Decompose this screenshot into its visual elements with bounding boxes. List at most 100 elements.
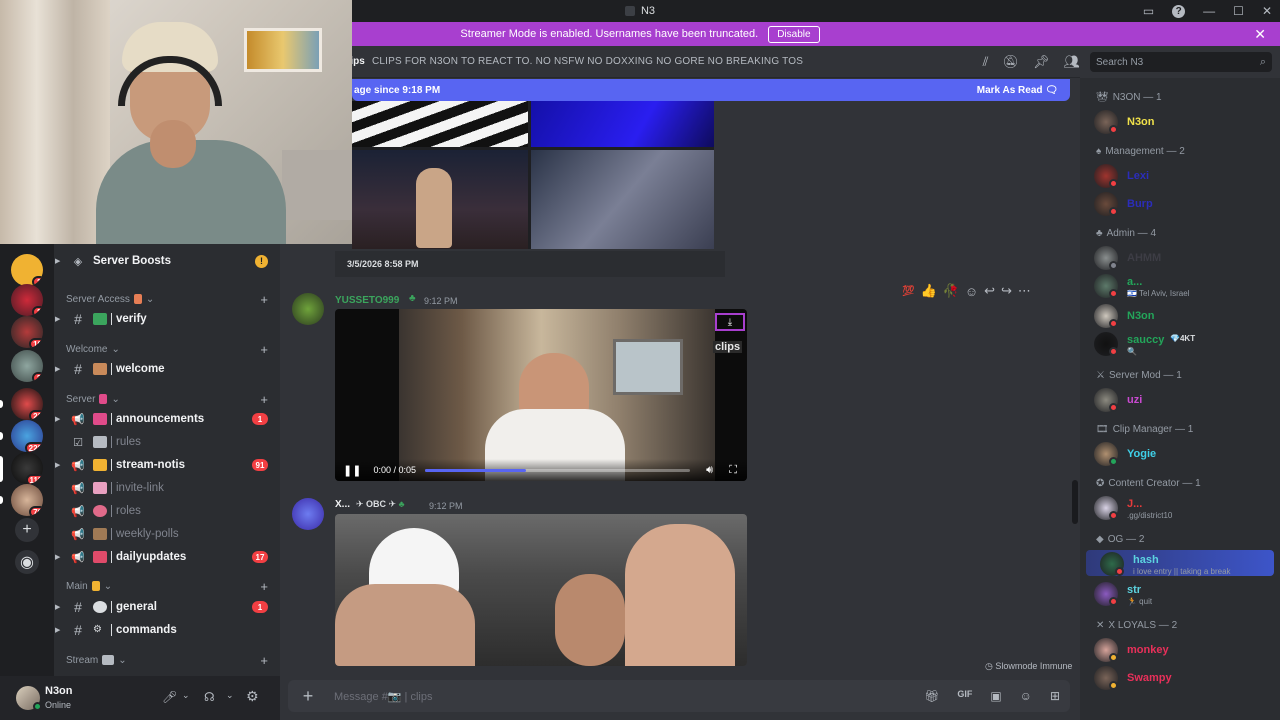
more-options-icon[interactable]: ⋯: [1018, 283, 1031, 299]
close-window-icon[interactable]: ✕: [1262, 4, 1272, 18]
member-row[interactable]: monkey: [1080, 636, 1280, 662]
server-boosts-item[interactable]: ▶ ◈ Server Boosts !: [54, 250, 280, 272]
member-row[interactable]: Burp: [1080, 190, 1280, 216]
member-row[interactable]: N3on: [1080, 302, 1280, 328]
channel-verify[interactable]: ▶ # verify: [54, 308, 280, 330]
server-rail: 1 1 10 3 21 222 111 76 + ◉: [0, 244, 54, 680]
megaphone-emoji-icon: [93, 413, 107, 425]
message-input[interactable]: Message #📷 | clips: [334, 690, 432, 703]
pin-icon[interactable]: 📌︎: [1033, 54, 1050, 70]
chevron-down-icon[interactable]: ⌄: [226, 690, 234, 701]
pause-icon[interactable]: ❚❚: [343, 464, 361, 477]
attachment-image[interactable]: [352, 150, 528, 249]
member-row[interactable]: N3on: [1080, 108, 1280, 134]
category-stream[interactable]: Stream ⌄ +: [66, 652, 274, 668]
help-icon[interactable]: ?: [1172, 4, 1186, 18]
server-icon[interactable]: 1: [11, 254, 43, 286]
fullscreen-icon[interactable]: ⛶: [729, 464, 737, 477]
explore-icon[interactable]: ◉: [15, 550, 39, 574]
reply-icon[interactable]: ↩: [984, 283, 995, 299]
channel-welcome[interactable]: ▶ # welcome: [54, 358, 280, 380]
server-icon-active[interactable]: 111: [11, 452, 43, 484]
member-row[interactable]: sauccy 💎4KT 🔍: [1080, 330, 1280, 356]
channel-topic[interactable]: CLIPS FOR N3ON TO REACT TO. NO NSFW NO D…: [372, 56, 803, 67]
member-row[interactable]: uzi: [1080, 386, 1280, 412]
forward-icon[interactable]: ↪: [1001, 283, 1012, 299]
member-row[interactable]: Swampy: [1080, 664, 1280, 690]
add-reaction-icon[interactable]: ☺: [965, 284, 978, 299]
add-channel-icon[interactable]: +: [260, 292, 268, 307]
channel-general[interactable]: ▶ # general 1: [54, 596, 280, 618]
add-channel-icon[interactable]: +: [260, 653, 268, 668]
message-author[interactable]: YUSSETO999: [335, 295, 399, 306]
download-icon[interactable]: ⤓: [715, 313, 745, 331]
headphones-icon[interactable]: ☊: [204, 690, 215, 704]
avatar[interactable]: [292, 293, 324, 325]
settings-gear-icon[interactable]: ⚙: [246, 688, 259, 705]
member-row[interactable]: AHMM: [1080, 244, 1280, 270]
channel-weekly-polls[interactable]: 📢 weekly-polls: [54, 523, 280, 545]
add-server-icon[interactable]: +: [15, 518, 39, 542]
maximize-icon[interactable]: ☐: [1233, 4, 1244, 18]
member-row[interactable]: hash i love entry || taking a break: [1086, 550, 1274, 576]
channel-commands[interactable]: ▶ # ⚙ commands: [54, 619, 280, 641]
member-row[interactable]: J... .gg/district10: [1080, 494, 1280, 520]
video-attachment[interactable]: clips ⤓ ❚❚ 0:00 / 0:05 🔊︎ ⛶: [335, 309, 747, 481]
category-welcome[interactable]: Welcome ⌄ +: [66, 341, 274, 357]
channel-roles[interactable]: 📢 roles: [54, 500, 280, 522]
avatar[interactable]: [292, 498, 324, 530]
sticker-icon[interactable]: ▣: [990, 689, 1001, 703]
channel-dailyupdates[interactable]: ▶ 📢 dailyupdates 17: [54, 546, 280, 568]
disable-button[interactable]: Disable: [768, 25, 820, 43]
message-composer[interactable]: + Message #📷 | clips 🎁︎ GIF ▣ ☺ ⊞: [288, 680, 1070, 712]
category-main[interactable]: Main ⌄ +: [66, 578, 274, 594]
chevron-down-icon[interactable]: ⌄: [182, 690, 190, 701]
scrollbar[interactable]: [1072, 480, 1078, 524]
category-server-access[interactable]: Server Access ⌄ +: [66, 291, 274, 307]
threads-icon[interactable]: ⫽: [983, 54, 989, 70]
server-icon[interactable]: 1: [11, 284, 43, 316]
member-row[interactable]: Lexi: [1080, 162, 1280, 188]
server-icon[interactable]: 21: [11, 388, 43, 420]
upload-plus-icon[interactable]: +: [288, 686, 328, 707]
message-author[interactable]: X...: [335, 499, 350, 510]
gif-icon[interactable]: GIF: [957, 689, 972, 703]
video-progress-bar[interactable]: [425, 469, 690, 472]
member-row[interactable]: a... 🇮🇱 Tel Aviv, Israel: [1080, 272, 1280, 298]
attachment-image[interactable]: [531, 150, 714, 249]
channel-invite-link[interactable]: 📢 invite-link: [54, 477, 280, 499]
apps-icon[interactable]: ⊞: [1050, 689, 1060, 703]
image-attachment-grid[interactable]: [352, 101, 714, 249]
add-channel-icon[interactable]: +: [260, 342, 268, 357]
volume-icon[interactable]: 🔊︎: [706, 464, 713, 477]
notification-bell-icon[interactable]: 🔕︎: [1002, 54, 1019, 70]
category-server[interactable]: Server ⌄ +: [66, 391, 274, 407]
gift-icon[interactable]: 🎁︎: [924, 689, 939, 703]
image-attachment[interactable]: [335, 514, 747, 666]
attachment-image[interactable]: [531, 101, 714, 147]
channel-announcements[interactable]: ▶ 📢 announcements 1: [54, 408, 280, 430]
close-banner-icon[interactable]: ✕: [1254, 26, 1266, 43]
channel-rules[interactable]: ☑ rules: [54, 431, 280, 453]
minimize-icon[interactable]: —: [1203, 4, 1215, 18]
reaction-100-icon[interactable]: 💯: [902, 286, 914, 297]
microphone-icon[interactable]: 🎤︎: [162, 690, 177, 704]
server-icon[interactable]: 222: [11, 420, 43, 452]
inbox-icon[interactable]: ▭: [1143, 4, 1154, 18]
member-row[interactable]: str 🏃 quit: [1080, 580, 1280, 606]
emoji-icon[interactable]: ☺: [1020, 689, 1032, 703]
server-icon[interactable]: 3: [11, 350, 43, 382]
add-channel-icon[interactable]: +: [260, 392, 268, 407]
new-messages-bar[interactable]: age since 9:18 PM Mark As Read 🗨︎: [352, 79, 1070, 101]
reaction-rose-icon[interactable]: 🥀: [943, 283, 959, 299]
add-channel-icon[interactable]: +: [260, 579, 268, 594]
server-icon[interactable]: 76: [11, 484, 43, 516]
reaction-thumbs-up-icon[interactable]: 👍: [920, 283, 936, 299]
member-row[interactable]: Yogie: [1080, 440, 1280, 466]
mark-as-read-button[interactable]: Mark As Read 🗨︎: [977, 85, 1058, 96]
server-icon[interactable]: 10: [11, 316, 43, 348]
channel-stream-notis[interactable]: ▶ 📢 stream-notis 91: [54, 454, 280, 476]
search-input[interactable]: Search N3 ⌕: [1090, 52, 1272, 72]
attachment-image[interactable]: [352, 101, 528, 147]
member-list-icon[interactable]: 👥︎: [1063, 54, 1080, 70]
